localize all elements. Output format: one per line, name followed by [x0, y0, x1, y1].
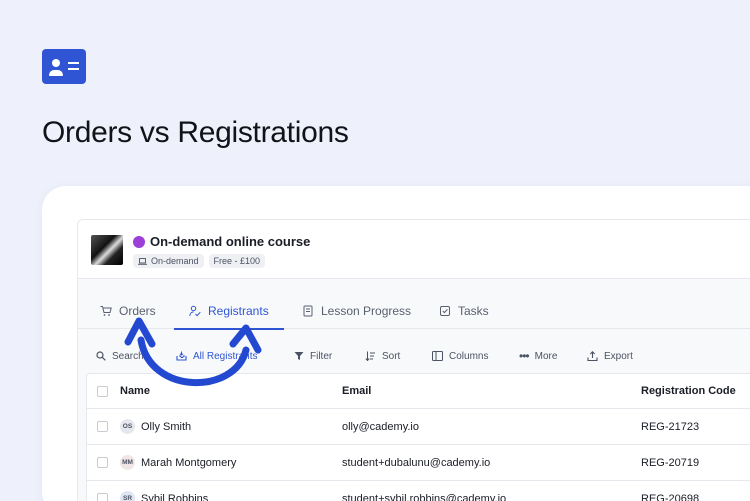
course-thumbnail: [91, 235, 123, 265]
filter-icon: [294, 352, 304, 360]
registrant-name: Marah Montgomery: [141, 456, 237, 469]
table-row[interactable]: SR Sybil Robbins student+sybil.robbins@c…: [87, 481, 750, 501]
row-checkbox[interactable]: [97, 457, 108, 468]
sort-button[interactable]: Sort: [365, 343, 400, 369]
table-row[interactable]: MM Marah Montgomery student+dubalunu@cad…: [87, 445, 750, 481]
registration-code: REG-21723: [641, 420, 700, 433]
tab-tasks[interactable]: Tasks: [439, 292, 489, 329]
row-checkbox[interactable]: [97, 421, 108, 432]
tag-price: Free - £100: [208, 254, 266, 268]
course-header: On-demand online course On-demand Free -…: [78, 220, 750, 279]
cart-icon: [100, 305, 112, 316]
avatar: OS: [120, 419, 135, 434]
registrant-email: student+dubalunu@cademy.io: [342, 456, 491, 469]
view-selector[interactable]: All Registrants: [176, 343, 257, 369]
user-check-icon: [189, 305, 201, 316]
purple-circle-icon: [133, 235, 145, 248]
tab-registrants[interactable]: Registrants: [174, 292, 284, 330]
row-checkbox[interactable]: [97, 493, 108, 501]
tab-orders[interactable]: Orders: [100, 292, 156, 329]
column-header-code[interactable]: Registration Code: [641, 374, 736, 408]
registrant-name: Sybil Robbins: [141, 492, 209, 501]
registrants-table: Name Email Registration Code OS Olly Smi…: [86, 373, 750, 501]
table-toolbar: Search All Registrants Filter Sort Colum…: [78, 343, 750, 369]
avatar: SR: [120, 491, 135, 501]
registrant-email: student+sybil.robbins@cademy.io: [342, 492, 507, 501]
table-row[interactable]: OS Olly Smith olly@cademy.io REG-21723: [87, 409, 750, 445]
column-header-name[interactable]: Name: [120, 374, 150, 408]
export-icon: [587, 351, 598, 361]
tab-bar: Orders Registrants Lesson Progress Tasks: [78, 292, 750, 330]
course-title: On-demand online course: [133, 234, 310, 249]
search-button[interactable]: Search: [96, 343, 144, 369]
page-title: Orders vs Registrations: [42, 116, 349, 149]
columns-icon: [432, 351, 443, 361]
tab-lesson-progress[interactable]: Lesson Progress: [302, 292, 411, 329]
avatar: MM: [120, 455, 135, 470]
column-header-email[interactable]: Email: [342, 374, 371, 408]
checkbox-icon: [440, 305, 450, 316]
registrant-name: Olly Smith: [141, 420, 192, 433]
tag-on-demand: On-demand: [133, 254, 204, 268]
book-icon: [303, 305, 313, 316]
contact-card-logo-icon: [42, 49, 86, 84]
export-button[interactable]: Export: [587, 343, 633, 369]
course-title-text: On-demand online course: [150, 234, 311, 249]
registration-code: REG-20698: [641, 492, 700, 501]
select-all-checkbox[interactable]: [97, 386, 108, 397]
inbox-icon: [176, 351, 187, 361]
filter-button[interactable]: Filter: [294, 343, 332, 369]
more-dots-icon: •••: [519, 349, 530, 363]
sort-icon: [365, 351, 375, 361]
more-button[interactable]: ••• More: [519, 343, 557, 369]
table-header-row: Name Email Registration Code: [87, 374, 750, 409]
registration-code: REG-20719: [641, 456, 700, 469]
course-panel: On-demand online course On-demand Free -…: [77, 219, 750, 501]
columns-button[interactable]: Columns: [432, 343, 488, 369]
registrant-email: olly@cademy.io: [342, 420, 419, 433]
search-icon: [96, 351, 106, 361]
laptop-icon: [138, 257, 147, 265]
